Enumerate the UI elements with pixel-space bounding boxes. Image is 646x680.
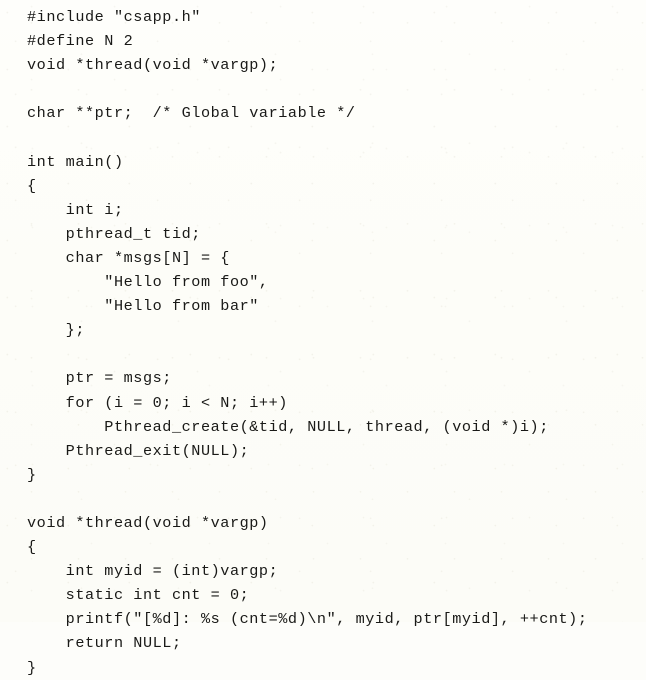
code-line: char *msgs[N] = { xyxy=(27,248,230,267)
code-line: #include "csapp.h" xyxy=(27,8,201,26)
code-line: void *thread(void *vargp) xyxy=(27,513,269,532)
code-line: for (i = 0; i < N; i++) xyxy=(27,393,288,412)
scanned-page: #include "csapp.h" #define N 2 void *threa… xyxy=(0,0,646,677)
code-line: int myid = (int)vargp; xyxy=(27,562,279,581)
code-line: } xyxy=(27,465,37,484)
code-listing: #include "csapp.h" #define N 2 void *threa… xyxy=(27,5,588,680)
code-line: return NULL; xyxy=(27,634,182,653)
code-line: void *thread(void *vargp); xyxy=(27,56,279,75)
code-line: { xyxy=(27,538,37,557)
code-line: int i; xyxy=(27,200,124,219)
code-line: ptr = msgs; xyxy=(27,369,172,388)
code-line: static int cnt = 0; xyxy=(27,586,250,605)
code-line: char **ptr; /* Global variable */ xyxy=(27,104,356,123)
code-line: pthread_t tid; xyxy=(27,224,201,243)
code-line: Pthread_create(&tid, NULL, thread, (void… xyxy=(27,417,549,436)
code-line: { xyxy=(27,176,37,195)
code-line: }; xyxy=(27,321,85,340)
code-line: #define N 2 xyxy=(27,32,134,51)
code-line: printf("[%d]: %s (cnt=%d)\n", myid, ptr[… xyxy=(27,610,588,629)
code-line: int main() xyxy=(27,152,124,171)
code-line: "Hello from foo", xyxy=(27,273,269,292)
code-line: } xyxy=(27,658,37,677)
code-line: Pthread_exit(NULL); xyxy=(27,441,250,460)
code-line: "Hello from bar" xyxy=(27,297,259,316)
